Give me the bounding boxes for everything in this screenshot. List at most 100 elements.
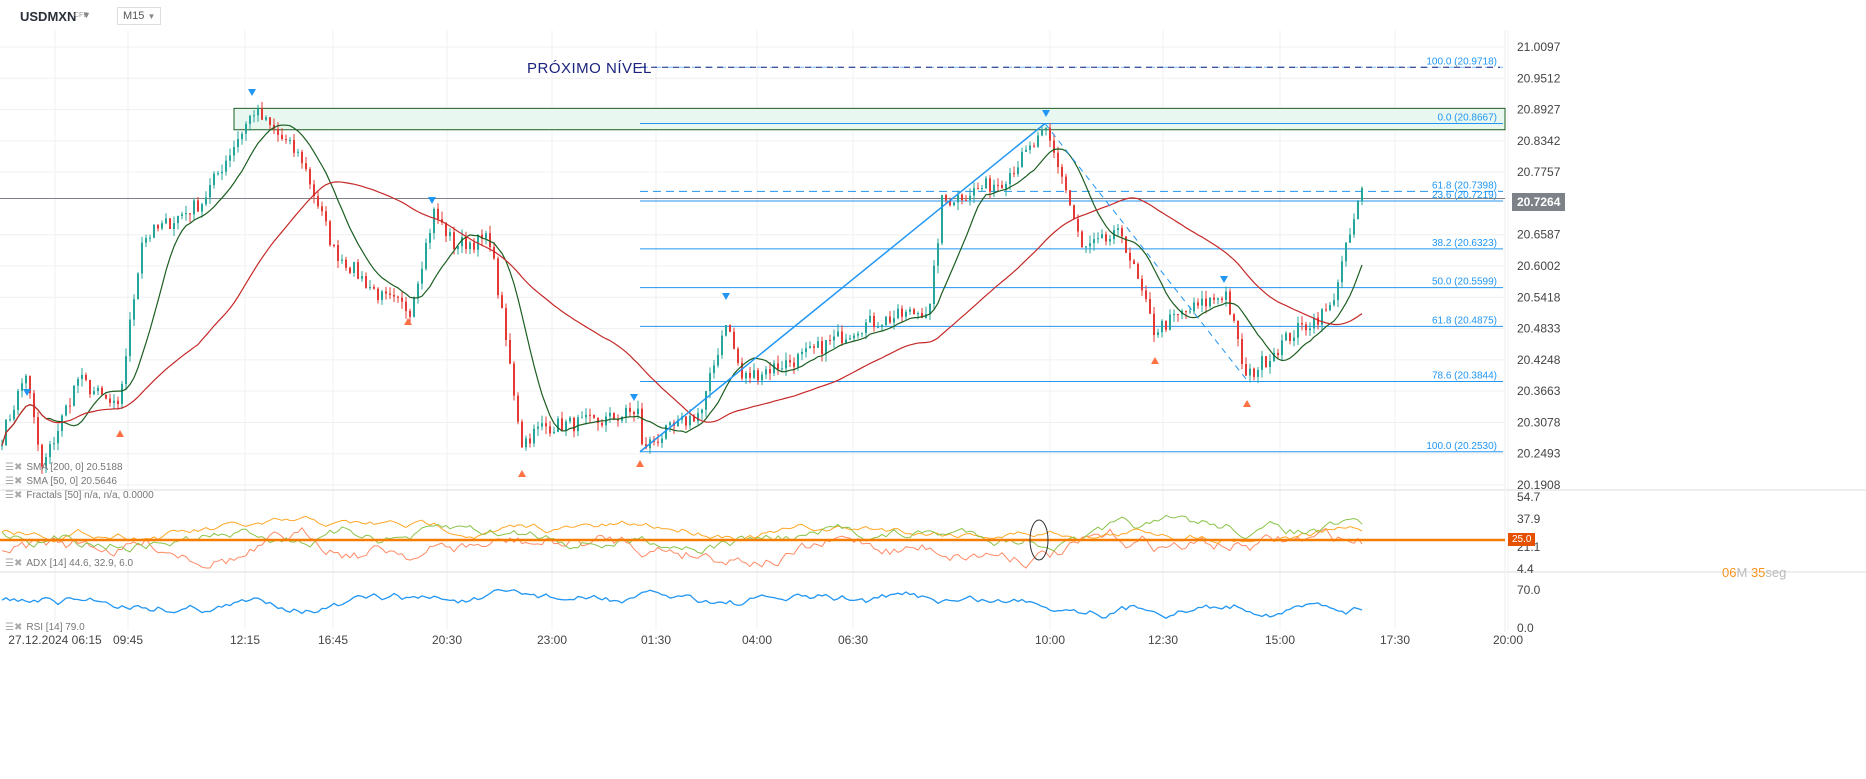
time-tick: 27.12.2024 06:15	[8, 633, 102, 647]
legend-rsi[interactable]: ☰✖ RSI [14] 79.0	[5, 622, 85, 633]
candle-body	[1, 445, 3, 447]
candle-body	[349, 267, 351, 273]
candle-body	[353, 262, 355, 273]
candle-body	[1357, 201, 1359, 220]
candle-body	[269, 117, 271, 125]
price-chart[interactable]: 21.0097 20.9512 20.8927 20.8342 20.7757 20.65…	[0, 0, 1866, 779]
candle-body	[977, 188, 979, 190]
fractal-up-arrow	[636, 460, 644, 467]
candle-body	[549, 426, 551, 434]
legend-sma200[interactable]: ☰✖ SMA [200, 0] 20.5188	[5, 462, 123, 473]
candle-body	[509, 339, 511, 364]
candle-body	[37, 417, 39, 445]
candle-body	[761, 374, 763, 381]
legend-adx[interactable]: ☰✖ ADX [14] 44.6, 32.9, 6.0	[5, 558, 133, 569]
candle-body	[257, 108, 259, 116]
candle-body	[641, 408, 643, 445]
candle-body	[69, 405, 71, 407]
rsi-tick: 0.0	[1517, 621, 1534, 635]
candle-body	[701, 409, 703, 414]
candle-body	[141, 242, 143, 274]
candle-body	[1265, 356, 1267, 368]
legend-sma50[interactable]: ☰✖ SMA [50, 0] 20.5646	[5, 476, 117, 487]
price-tick: 20.3663	[1517, 384, 1561, 398]
rsi-tick: 70.0	[1517, 583, 1541, 597]
candle-body	[1089, 243, 1091, 247]
price-tick: 20.5418	[1517, 290, 1561, 304]
candle-body	[705, 391, 707, 410]
candle-body	[709, 373, 711, 392]
candle-body	[785, 360, 787, 369]
candle-body	[305, 163, 307, 170]
price-tick: 20.6587	[1517, 228, 1561, 242]
settings-icon: ☰✖	[5, 490, 23, 501]
candle-body	[853, 335, 855, 339]
candle-body	[165, 218, 167, 224]
candle-body	[365, 276, 367, 288]
candle-body	[529, 438, 531, 444]
candle-body	[125, 356, 127, 385]
time-tick: 12:30	[1148, 633, 1178, 647]
candle-body	[989, 178, 991, 192]
adx-tick: 54.7	[1517, 490, 1541, 504]
candle-body	[429, 233, 431, 243]
candle-body	[669, 422, 671, 426]
candle-body	[17, 390, 19, 410]
price-tick: 20.2493	[1517, 447, 1561, 461]
candle-body	[437, 208, 439, 220]
candle-body	[401, 297, 403, 302]
candle-body	[1097, 238, 1099, 240]
candle-body	[417, 283, 419, 297]
candle-body	[1185, 310, 1187, 312]
candle-body	[1305, 324, 1307, 331]
candle-body	[249, 115, 251, 124]
candle-body	[277, 128, 279, 135]
candle-body	[173, 223, 175, 230]
time-tick: 09:45	[113, 633, 143, 647]
candle-body	[697, 413, 699, 422]
candle-body	[121, 384, 123, 405]
price-tick: 20.6002	[1517, 259, 1561, 273]
candle-body	[813, 346, 815, 348]
timer-min-unit: M	[1736, 565, 1748, 580]
candle-body	[1237, 320, 1239, 340]
candle-body	[393, 295, 395, 297]
candle-body	[133, 299, 135, 320]
candle-body	[1309, 328, 1311, 331]
candle-body	[1105, 234, 1107, 242]
candle-body	[581, 417, 583, 419]
fractal-up-arrow	[404, 318, 412, 325]
candle-body	[49, 444, 51, 458]
candle-body	[317, 195, 319, 207]
fib-level-label: 50.0 (20.5599)	[1432, 277, 1497, 288]
candle-body	[945, 195, 947, 201]
candle-body	[541, 423, 543, 427]
candle-body	[829, 340, 831, 342]
candle-body	[1201, 298, 1203, 306]
candle-body	[553, 431, 555, 434]
candle-body	[1157, 332, 1159, 336]
candle-body	[1337, 282, 1339, 301]
fractal-up-arrow	[1243, 400, 1251, 407]
candle-body	[1253, 368, 1255, 377]
candle-body	[937, 243, 939, 266]
legend-fractals[interactable]: ☰✖ Fractals [50] n/a, n/a, 0.0000	[5, 490, 154, 501]
adx-tick: 4.4	[1517, 562, 1534, 576]
candle-body	[1029, 145, 1031, 150]
candle-body	[81, 374, 83, 379]
candle-body	[1005, 184, 1007, 189]
candle-body	[569, 417, 571, 422]
candle-body	[101, 387, 103, 395]
candle-body	[865, 322, 867, 333]
candle-body	[1017, 167, 1019, 174]
candle-body	[1169, 314, 1171, 330]
candle-body	[177, 215, 179, 224]
candle-body	[361, 276, 363, 279]
candle-body	[1009, 173, 1011, 185]
candle-body	[161, 223, 163, 229]
candle-body	[1209, 297, 1211, 307]
candle-body	[65, 405, 67, 416]
fractal-down-arrow	[722, 293, 730, 300]
candle-body	[593, 415, 595, 418]
candle-body	[557, 418, 559, 432]
